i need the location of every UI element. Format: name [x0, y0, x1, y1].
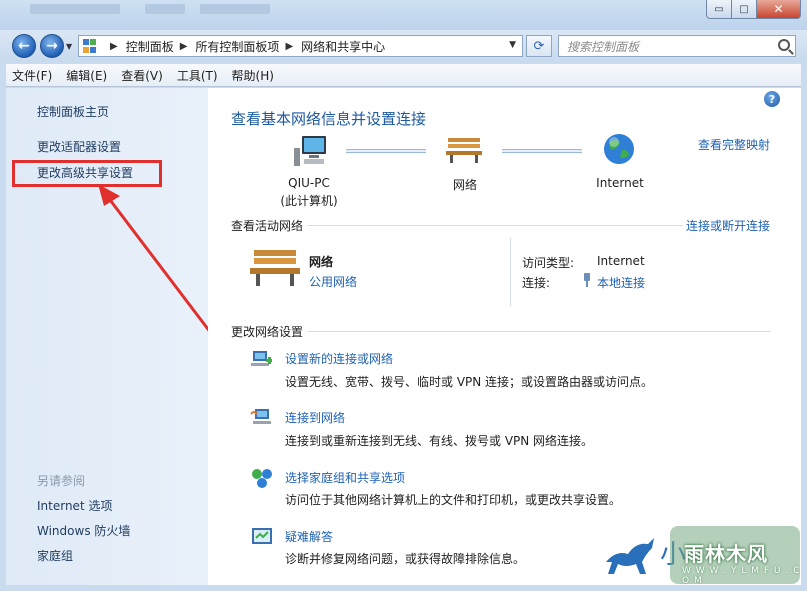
section-divider — [308, 331, 771, 332]
horse-logo-icon — [606, 538, 654, 574]
breadcrumb-chevron-icon[interactable]: ▶ — [110, 41, 118, 52]
node-network-label: 网络 — [452, 178, 477, 192]
menu-tools[interactable]: 工具(T) — [177, 67, 218, 84]
maximize-icon: □ — [739, 3, 749, 15]
task-troubleshoot-desc: 诊断并修复网络问题，或获得故障排除信息。 — [285, 552, 526, 566]
watermark-name: 雨林木风 — [684, 542, 768, 566]
close-button[interactable]: ✕ — [757, 0, 801, 19]
bench-icon — [446, 138, 482, 163]
breadcrumb-chevron-icon[interactable]: ▶ — [285, 41, 293, 52]
minimize-icon: ▭ — [714, 3, 724, 15]
window-controls: ▭ □ ✕ — [706, 0, 801, 19]
page-title: 查看基本网络信息并设置连接 — [231, 110, 427, 128]
full-map-link[interactable]: 查看完整映射 — [698, 136, 770, 153]
control-panel-icon — [83, 39, 98, 53]
node-computer-sub: (此计算机) — [280, 194, 338, 208]
task-connect-network-link[interactable]: 连接到网络 — [285, 409, 345, 426]
address-dropdown-icon[interactable]: ▼ — [509, 40, 516, 50]
close-icon: ✕ — [773, 2, 784, 16]
menu-view[interactable]: 查看(V) — [121, 67, 163, 84]
title-blur — [200, 4, 270, 14]
node-internet-label: Internet — [596, 176, 644, 190]
local-connection-link[interactable]: 本地连接 — [597, 274, 645, 291]
breadcrumb-control-panel[interactable]: 控制面板 — [126, 38, 174, 55]
network-type-link[interactable]: 公用网络 — [309, 273, 357, 290]
network-bench-icon — [250, 250, 300, 286]
connection-label: 连接: — [522, 276, 551, 290]
sidebar-control-panel-home[interactable]: 控制面板主页 — [37, 103, 109, 120]
title-blur — [30, 4, 120, 14]
globe-icon — [604, 134, 634, 164]
breadcrumb-chevron-icon[interactable]: ▶ — [180, 41, 188, 52]
watermark-url: W W W . Y L M F U . C O M — [682, 566, 801, 586]
sidebar-item-adapter-settings[interactable]: 更改适配器设置 — [37, 138, 121, 155]
ethernet-icon — [584, 273, 590, 287]
node-computer-label: QIU-PC — [288, 176, 330, 190]
task-setup-connection-desc: 设置无线、宽带、拨号、临时或 VPN 连接；或设置路由器或访问点。 — [285, 375, 654, 389]
address-bar[interactable]: ▶ 控制面板 ▶ 所有控制面板项 ▶ 网络和共享中心 ▼ — [78, 35, 523, 57]
connect-disconnect-link[interactable]: 连接或断开连接 — [686, 217, 770, 234]
sidebar-item-firewall[interactable]: Windows 防火墙 — [37, 522, 130, 539]
menu-help[interactable]: 帮助(H) — [232, 67, 274, 84]
menu-bar: 文件(F) 编辑(E) 查看(V) 工具(T) 帮助(H) — [6, 64, 801, 87]
refresh-icon: ⟳ — [533, 38, 545, 54]
active-networks-title: 查看活动网络 — [231, 219, 304, 233]
navigation-bar: ← → ▼ ▶ 控制面板 ▶ 所有控制面板项 ▶ 网络和共享中心 ▼ ⟳ 搜索控… — [0, 30, 807, 62]
task-homegroup-link[interactable]: 选择家庭组和共享选项 — [285, 469, 405, 486]
back-button[interactable]: ← — [12, 34, 36, 58]
watermark: 小 雨林木风 W W W . Y L M F U . C O M — [596, 518, 801, 586]
section-divider — [308, 225, 683, 226]
vertical-divider — [510, 238, 511, 306]
breadcrumb-network-center[interactable]: 网络和共享中心 — [301, 38, 385, 55]
help-icon[interactable]: ? — [764, 91, 780, 107]
new-connection-icon — [251, 351, 272, 366]
see-also-heading: 另请参阅 — [37, 474, 86, 488]
forward-button[interactable]: → — [40, 34, 64, 58]
task-homegroup-desc: 访问位于其他网络计算机上的文件和打印机，或更改共享设置。 — [285, 493, 622, 507]
connect-network-icon — [250, 409, 271, 424]
network-name: 网络 — [309, 255, 334, 269]
breadcrumb-all-items[interactable]: 所有控制面板项 — [195, 38, 279, 55]
access-type-label: 访问类型: — [522, 256, 575, 270]
troubleshoot-icon — [252, 528, 272, 544]
homegroup-icon — [252, 469, 272, 488]
menu-edit[interactable]: 编辑(E) — [66, 67, 107, 84]
maximize-button[interactable]: □ — [732, 0, 757, 19]
task-connect-network-desc: 连接到或重新连接到无线、有线、拨号或 VPN 网络连接。 — [285, 434, 594, 448]
connection-line — [346, 149, 426, 153]
task-troubleshoot-link[interactable]: 疑难解答 — [285, 528, 333, 545]
minimize-button[interactable]: ▭ — [706, 0, 732, 19]
search-input[interactable]: 搜索控制面板 — [558, 35, 796, 57]
refresh-button[interactable]: ⟳ — [526, 35, 552, 57]
change-settings-title: 更改网络设置 — [231, 325, 304, 339]
menu-file[interactable]: 文件(F) — [12, 67, 52, 84]
main-panel: ? 查看基本网络信息并设置连接 查看完整映射 QIU-PC (此计算机) 网络 … — [208, 88, 801, 585]
connection-line — [502, 149, 582, 153]
title-blur — [145, 4, 185, 14]
sidebar-item-homegroup[interactable]: 家庭组 — [37, 547, 73, 564]
task-setup-connection-link[interactable]: 设置新的连接或网络 — [285, 350, 393, 367]
computer-icon — [294, 136, 326, 166]
sidebar-item-internet-options[interactable]: Internet 选项 — [37, 497, 112, 514]
title-bar: ▭ □ ✕ — [0, 0, 807, 30]
forward-arrow-icon: → — [46, 38, 58, 54]
back-arrow-icon: ← — [18, 38, 30, 54]
search-icon[interactable] — [778, 39, 790, 51]
history-dropdown-icon[interactable]: ▼ — [66, 42, 72, 51]
access-type-value: Internet — [597, 254, 645, 268]
search-placeholder: 搜索控制面板 — [567, 39, 640, 54]
